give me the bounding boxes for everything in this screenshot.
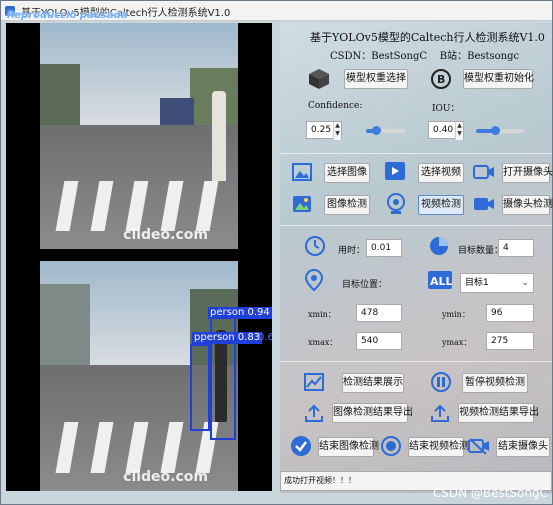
pause-icon [431, 372, 451, 392]
select-weights-button[interactable]: 模型权重选择 [344, 69, 408, 89]
time-value-field: 0.01 [366, 239, 402, 257]
panel-title: 基于YOLOv5模型的Caltech行人检测系统V1.0 [310, 31, 545, 44]
svg-text:ALL: ALL [430, 275, 452, 288]
csdn-watermark: CSDN @BestSongC [432, 486, 548, 500]
upload-icon [431, 404, 449, 422]
upload-icon [305, 404, 323, 422]
video-file-icon [385, 162, 405, 180]
ymin-field: 96 [486, 304, 534, 322]
video-display-area: clideo.com person 0.94 pperson 0.83 0.65 [6, 23, 272, 491]
export-video-results-button[interactable]: 视频检测结果导出 [458, 403, 539, 423]
location-pin-icon [304, 269, 324, 291]
iou-slider[interactable] [476, 126, 524, 135]
ymin-label: ymin： [442, 310, 470, 319]
b-letter-icon: B [431, 69, 451, 89]
time-label: 用时： [338, 246, 366, 256]
video-watermark: clideo.com [123, 469, 208, 485]
confidence-value: 0.25 [311, 125, 332, 135]
video-detect-button[interactable]: 视频检测 [418, 195, 464, 215]
confidence-slider[interactable] [366, 126, 406, 135]
ymax-label: ymax： [442, 338, 472, 347]
detection-video-frame: person 0.94 pperson 0.83 0.65 clideo.com [6, 261, 272, 491]
camera-off-icon [468, 438, 489, 455]
confidence-spinbox[interactable]: 0.25 ▲ ▼ [306, 121, 342, 140]
confidence-label: Confidence: [308, 101, 363, 111]
image-detect-icon [293, 196, 311, 212]
paused-overlay-label: Reproducció pausada [7, 10, 128, 21]
select-image-button[interactable]: 选择图像 [324, 163, 370, 183]
pie-chart-icon [430, 237, 448, 255]
detection-label: pperson 0.83 [192, 332, 263, 345]
detection-label: person 0.94 [208, 307, 272, 319]
image-icon [292, 163, 312, 181]
xmin-field: 478 [356, 304, 402, 322]
camera-detect-icon [474, 198, 494, 210]
detection-label: 0.65 [258, 332, 272, 344]
end-video-detect-button[interactable]: 结束视频检测 [408, 437, 469, 457]
video-watermark: clideo.com [123, 227, 208, 243]
checkmark-icon [291, 436, 311, 456]
position-label: 目标位置： [342, 280, 388, 290]
spin-arrows-icon[interactable]: ▲ ▼ [455, 122, 463, 140]
webcam-icon [387, 193, 405, 214]
chevron-down-icon: ⌄ [521, 278, 529, 288]
export-image-results-button[interactable]: 图像检测结果导出 [332, 403, 413, 423]
iou-value: 0.40 [433, 125, 454, 135]
svg-text:B: B [437, 73, 445, 86]
xmax-field: 540 [356, 332, 402, 350]
iou-label: IOU： [432, 104, 460, 114]
credits-line: CSDN：BestSongC B站：Bestsongc [330, 51, 520, 62]
count-label: 目标数量： [458, 246, 504, 256]
count-value-field: 4 [498, 239, 534, 257]
xmax-label: xmax： [308, 338, 338, 347]
end-image-detect-button[interactable]: 结束图像检测 [318, 437, 379, 457]
target-select-value: 目标1 [465, 278, 489, 288]
control-panel: 基于YOLOv5模型的Caltech行人检测系统V1.0 CSDN：BestSo… [280, 23, 553, 493]
detection-box [190, 343, 210, 432]
spin-arrows-icon[interactable]: ▲ ▼ [333, 122, 341, 140]
init-weights-button[interactable]: 模型权重初始化 [463, 69, 534, 89]
all-targets-icon: ALL [428, 271, 452, 289]
clock-icon [305, 236, 325, 256]
line-chart-icon [304, 373, 324, 391]
open-camera-button[interactable]: 打开摄像头 [502, 163, 553, 183]
app-window: 基于YOLOv5模型的Caltech行人检测系统V1.0 Reproducció… [0, 0, 553, 505]
ymax-field: 275 [486, 332, 534, 350]
image-detect-button[interactable]: 图像检测 [324, 195, 370, 215]
show-results-button[interactable]: 检测结果展示 [342, 373, 404, 393]
pause-video-button[interactable]: 暂停视频检测 [462, 373, 528, 393]
select-video-button[interactable]: 选择视频 [418, 163, 464, 183]
xmin-label: xmin： [308, 310, 336, 319]
end-camera-button[interactable]: 结束摄像头 [496, 437, 550, 457]
target-select[interactable]: 目标1 ⌄ [460, 273, 534, 293]
camera-detect-button[interactable]: 摄像头检测 [502, 195, 553, 215]
stop-icon [381, 436, 401, 456]
source-video-frame: clideo.com [6, 23, 272, 249]
iou-spinbox[interactable]: 0.40 ▲ ▼ [428, 121, 464, 140]
camera-icon [473, 165, 494, 179]
cube-icon [309, 69, 329, 89]
